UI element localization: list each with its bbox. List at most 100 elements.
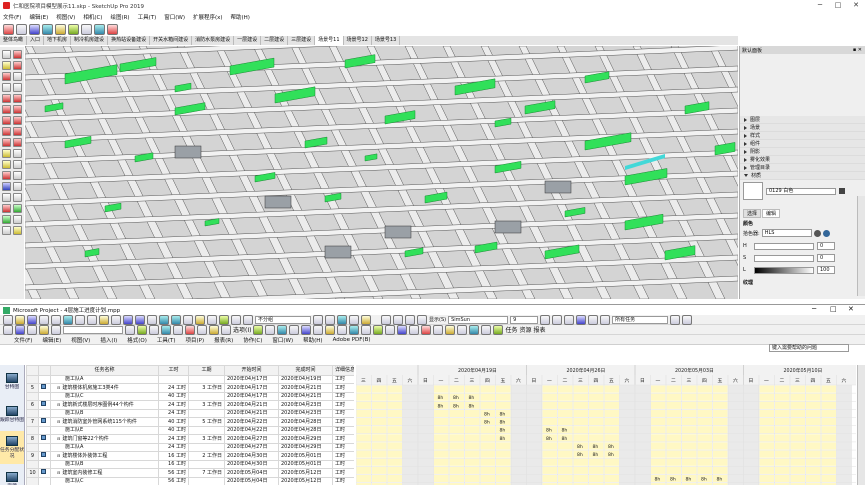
style-builder-icon[interactable] — [107, 23, 118, 35]
task-name[interactable]: 施工队B — [50, 460, 159, 469]
ms-open-icon[interactable] — [15, 314, 25, 325]
ms-t22-icon[interactable] — [337, 324, 348, 335]
table-row[interactable]: 施工队E 40 工时 2020年04月22日 2020年04月28日 工时 — [26, 426, 354, 435]
ms-t26-icon[interactable] — [385, 324, 396, 335]
ms-menu-item[interactable]: 插入(I) — [100, 336, 117, 344]
view-button[interactable]: 甘特图 — [0, 365, 24, 398]
tray-panel[interactable]: 场景 — [740, 124, 865, 132]
select-tool-icon[interactable] — [2, 50, 11, 59]
tab-edit[interactable]: 编辑 — [762, 209, 781, 218]
table-row[interactable]: 施工队B 16 工时 2020年04月30日 2020年05月01日 工时 — [26, 460, 354, 469]
match-color-icon[interactable] — [813, 229, 821, 237]
text-tool-icon[interactable] — [13, 160, 22, 169]
ms-t24-icon[interactable] — [361, 324, 372, 335]
ms-t14-icon[interactable] — [221, 324, 231, 335]
ms-split-icon[interactable] — [183, 314, 193, 325]
scene-tab[interactable]: 一层建设 — [234, 36, 262, 45]
table-row[interactable]: 8 ⊟ 建筑门窗等22个构件 24 工时 3 工作日 2020年04月27日 2020年04… — [26, 434, 354, 444]
table-row[interactable]: 施工队A 24 工时 2020年04月27日 2020年04月29日 工时 — [26, 443, 354, 452]
previous-view-icon[interactable] — [13, 204, 22, 213]
ms-t7-icon[interactable] — [137, 324, 147, 335]
ms-outdent-icon[interactable] — [381, 314, 391, 325]
collapse-icon[interactable]: ⊟ — [57, 470, 60, 475]
rotated-rect-icon[interactable] — [13, 83, 22, 92]
ms-t28-icon[interactable] — [409, 324, 420, 335]
task-name[interactable]: ⊟ 建筑楼体外装饰工程 — [50, 451, 159, 461]
ms-menu-item[interactable]: 格式(O) — [127, 336, 147, 344]
eraser-tool-icon[interactable] — [13, 50, 22, 59]
ms-t8-icon[interactable] — [149, 324, 159, 335]
ms-menu-item[interactable]: 帮助(H) — [303, 336, 322, 344]
ms-copy-icon[interactable] — [87, 314, 97, 325]
ms-plus-icon[interactable] — [405, 314, 415, 325]
ms-minimize-icon[interactable]: ─ — [812, 305, 816, 313]
section-plane-icon[interactable] — [13, 226, 22, 235]
ms-t20-icon[interactable] — [313, 324, 324, 335]
display-label[interactable]: 显示(S) — [429, 316, 446, 323]
pan-tool-icon[interactable] — [13, 182, 22, 191]
ms-copy-picture-icon[interactable] — [349, 314, 359, 325]
ms-hyperlink-icon[interactable] — [147, 314, 157, 325]
ms-t15-icon[interactable] — [253, 324, 264, 335]
toolbar-label-options[interactable]: 选项(I) — [233, 325, 251, 334]
orbit-tool-icon[interactable] — [2, 182, 11, 191]
save-icon[interactable] — [29, 23, 40, 35]
align-left-icon[interactable] — [576, 314, 587, 325]
paint-icon[interactable] — [839, 188, 845, 194]
ms-spell-icon[interactable] — [63, 314, 73, 325]
ms-t17-icon[interactable] — [277, 324, 288, 335]
column-header[interactable]: 工时 — [158, 365, 189, 376]
collapse-icon[interactable]: ⊟ — [57, 419, 60, 424]
scene-tab[interactable]: 入口 — [27, 36, 45, 45]
scene-tab[interactable]: 场景号11 — [315, 36, 344, 45]
ms-menu-item[interactable]: 报表(R) — [214, 336, 233, 344]
collapse-icon[interactable]: ⊟ — [57, 385, 60, 390]
ms-preview-icon[interactable] — [51, 314, 61, 325]
ms-assign-icon[interactable] — [219, 314, 229, 325]
bold-icon[interactable] — [540, 314, 551, 325]
ms-menu-item[interactable]: 窗口(W) — [272, 336, 293, 344]
ms-t4-icon[interactable] — [39, 324, 49, 335]
ms-print-icon[interactable] — [39, 314, 49, 325]
ms-indent-icon[interactable] — [393, 314, 403, 325]
size-select[interactable]: 9 — [510, 315, 539, 324]
scene-tab[interactable]: 场景号13 — [372, 36, 401, 45]
collapse-icon[interactable]: ⊟ — [57, 436, 60, 441]
scene-tab[interactable]: 三层建设 — [288, 36, 316, 45]
ms-t1-icon[interactable] — [3, 324, 13, 335]
scale-tool-icon[interactable] — [2, 138, 11, 147]
ms-t13-icon[interactable] — [209, 324, 219, 335]
color-slider[interactable] — [754, 242, 814, 250]
view-button[interactable]: 资源 — [0, 464, 24, 485]
line-tool-icon[interactable] — [2, 72, 11, 81]
position-camera-icon[interactable] — [2, 215, 11, 224]
scene-tab[interactable]: 开关水箱间建设 — [150, 36, 193, 45]
tray-panel[interactable]: 阴影 — [740, 148, 865, 156]
ms-t33-icon[interactable] — [469, 324, 480, 335]
ms-t31-icon[interactable] — [445, 324, 456, 335]
3d-text-icon[interactable] — [13, 171, 22, 180]
task-name[interactable]: 施工队B — [50, 409, 159, 418]
ms-t35-icon[interactable] — [493, 324, 504, 335]
view-button[interactable]: 跟踪甘特图 — [0, 398, 24, 431]
underline-icon[interactable] — [564, 314, 575, 325]
ms-t16-icon[interactable] — [265, 324, 276, 335]
move-tool-icon[interactable] — [2, 116, 11, 125]
column-header[interactable] — [26, 365, 39, 376]
italic-icon[interactable] — [552, 314, 563, 325]
rectangle-tool-icon[interactable] — [2, 83, 11, 92]
toolbar-label-resource[interactable]: 资源 — [519, 325, 531, 334]
tray-panel[interactable]: 样式 — [740, 132, 865, 140]
menu-item[interactable]: 编辑(E) — [29, 13, 48, 21]
resource-select[interactable] — [63, 325, 123, 334]
rotate-tool-icon[interactable] — [2, 127, 11, 136]
zoom-extents-icon[interactable] — [2, 204, 11, 213]
ms-new-icon[interactable] — [3, 314, 13, 325]
maximize-icon[interactable]: □ — [830, 0, 846, 11]
table-row[interactable]: 9 ⊟ 建筑楼体外装饰工程 16 工时 2 工作日 2020年04月30日 2020年05月… — [26, 451, 354, 461]
walk-tool-icon[interactable] — [2, 226, 11, 235]
column-header[interactable]: 任务名称 — [50, 365, 159, 376]
ms-link-icon[interactable] — [159, 314, 169, 325]
open-file-icon[interactable] — [16, 23, 27, 35]
toolbar-label-report[interactable]: 报表 — [533, 325, 545, 334]
